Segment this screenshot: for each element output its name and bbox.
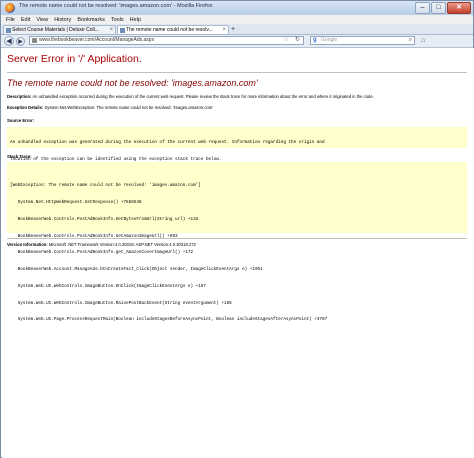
menu-edit[interactable]: Edit (21, 17, 30, 23)
source-error-line: An unhandled exception was generated dur… (10, 140, 325, 146)
menu-file[interactable]: File (6, 17, 15, 23)
window-title: The remote name could not be resolved: '… (19, 3, 213, 9)
firefox-icon (5, 3, 15, 13)
stack-trace-line: System.Net.HttpWebRequest.GetResponse() … (10, 199, 142, 205)
source-error-label: Source Error: (7, 118, 34, 123)
stack-trace-line: System.Web.UI.WebControls.ImageButton.On… (10, 283, 206, 289)
description-label: Description: (7, 94, 32, 99)
error-title: The remote name could not be resolved: '… (7, 78, 258, 88)
tab-label: Select Course Materials | Deluxe Coll... (12, 27, 99, 33)
tab-favicon (6, 28, 11, 33)
source-error-row: Source Error: (7, 118, 34, 123)
minimize-button[interactable]: – (415, 2, 430, 14)
title-bar: The remote name could not be resolved: '… (1, 1, 473, 15)
window-controls: – □ ✕ (415, 2, 471, 14)
stack-trace-line: System.Web.UI.Page.ProcessRequestMain(Bo… (10, 317, 328, 323)
tab-favicon (120, 28, 125, 33)
forward-button[interactable]: ▶ (16, 37, 25, 46)
bookmark-star-icon[interactable]: ☆ (284, 37, 289, 44)
menu-bookmarks[interactable]: Bookmarks (77, 17, 105, 23)
menu-bar: File Edit View History Bookmarks Tools H… (1, 15, 473, 24)
exception-label: Exception Details: (7, 105, 44, 110)
new-tab-icon[interactable]: + (231, 26, 235, 33)
stack-trace-line: BookBeaverWeb.Controls.PostAdBookInfo.Ge… (10, 216, 199, 222)
site-favicon (32, 38, 37, 43)
navigation-bar: ◀ ▶ www.thebookbeaver.com/Account/Manage… (1, 35, 473, 48)
search-placeholder: Google (321, 37, 338, 43)
tab-close-icon[interactable]: × (109, 26, 113, 34)
refresh-icon[interactable]: ↻ (295, 37, 300, 44)
version-label: Version Information: (7, 242, 48, 247)
close-button[interactable]: ✕ (447, 2, 471, 14)
search-icon[interactable]: ⌕ (409, 37, 412, 44)
version-row: Version Information: Microsoft .NET Fram… (7, 242, 196, 247)
heading-divider (7, 72, 467, 73)
stack-trace-line: BookBeaverWeb.Controls.PostAdBookInfo.ge… (10, 250, 194, 256)
stack-trace-row: Stack Trace: (7, 154, 32, 159)
maximize-button[interactable]: □ (431, 2, 446, 14)
tab-remote-name-error[interactable]: The remote name could not be resolv... × (117, 25, 229, 34)
menu-history[interactable]: History (54, 17, 71, 23)
version-text: Microsoft .NET Framework Version:4.0.303… (48, 242, 196, 247)
tab-bar: Select Course Materials | Deluxe Coll...… (1, 24, 473, 35)
tab-select-course-materials[interactable]: Select Course Materials | Deluxe Coll...… (3, 25, 116, 34)
stack-trace-label: Stack Trace: (7, 154, 32, 159)
menu-view[interactable]: View (36, 17, 48, 23)
source-error-box: An unhandled exception was generated dur… (7, 127, 467, 162)
tab-label: The remote name could not be resolv... (126, 27, 213, 33)
home-icon[interactable]: ⌂ (421, 37, 425, 45)
page-heading: Server Error in '/' Application. (7, 53, 142, 65)
page-content: Server Error in '/' Application. The rem… (2, 48, 474, 458)
exception-text: System.Net.WebException: The remote name… (44, 105, 214, 110)
menu-tools[interactable]: Tools (111, 17, 124, 23)
google-icon[interactable]: g (313, 37, 317, 44)
stack-trace-line: System.Web.UI.WebControls.ImageButton.Ra… (10, 300, 232, 306)
exception-row: Exception Details: System.Net.WebExcepti… (7, 105, 213, 110)
tab-close-icon[interactable]: × (222, 26, 226, 34)
stack-trace-line: [WebException: The remote name could not… (10, 183, 201, 189)
search-input[interactable]: g Google ⌕ (310, 36, 415, 45)
menu-help[interactable]: Help (130, 17, 141, 23)
stack-trace-box: [WebException: The remote name could not… (7, 162, 467, 322)
footer-divider (7, 238, 467, 239)
description-row: Description: An unhandled exception occu… (7, 94, 374, 99)
back-button[interactable]: ◀ (4, 36, 14, 46)
url-bar[interactable]: www.thebookbeaver.com/Account/ManageAds.… (29, 36, 304, 45)
browser-window: The remote name could not be resolved: '… (0, 0, 474, 458)
stack-trace-line: BookBeaverWeb.Account.ManageAds.btnCreat… (10, 267, 263, 273)
url-text: www.thebookbeaver.com/Account/ManageAds.… (39, 37, 155, 43)
description-text: An unhandled exception occurred during t… (32, 94, 374, 99)
